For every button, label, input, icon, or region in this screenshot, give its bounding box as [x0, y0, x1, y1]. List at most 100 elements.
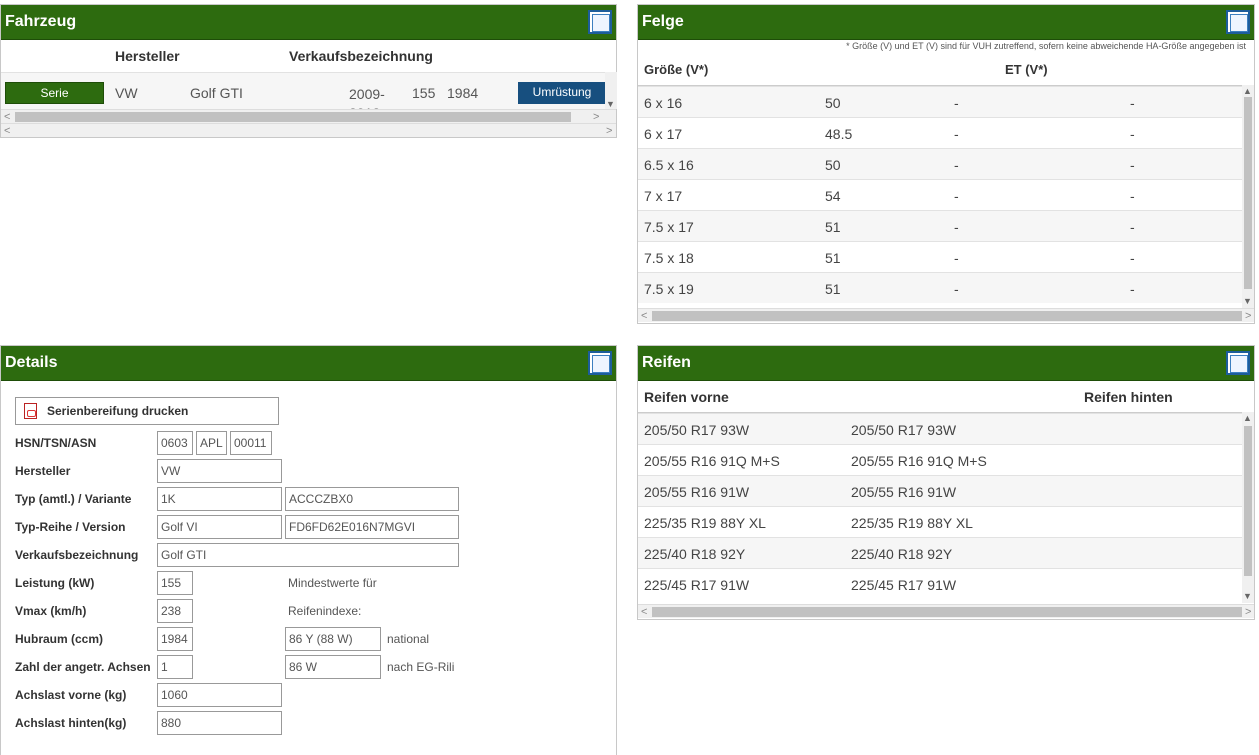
cell-modell: Golf GTI — [190, 85, 243, 101]
felge-cell-et: 54 — [825, 188, 841, 204]
hscroll-thumb[interactable] — [15, 112, 571, 122]
reifen-cell-vorne: 225/40 R18 92Y — [644, 546, 746, 562]
felge-cell-c4: - — [1130, 126, 1135, 142]
scroll-left-icon[interactable]: < — [641, 605, 647, 619]
felge-title: Felge — [642, 13, 684, 30]
felge-cell-c4: - — [1130, 250, 1135, 266]
felge-cell-size: 6 x 16 — [644, 95, 683, 111]
col-verkaufsbezeichnung: Verkaufsbezeichnung — [289, 48, 433, 64]
felge-row[interactable]: 7 x 17 54 - - — [638, 179, 1242, 210]
reifen-row[interactable]: 225/35 R19 88Y XL 225/35 R19 88Y XL — [638, 506, 1242, 537]
felge-row[interactable]: 7.5 x 19 51 - - — [638, 272, 1242, 303]
fahrzeug-header: Fahrzeug — [1, 5, 616, 40]
col-reifen-vorne: Reifen vorne — [644, 389, 729, 405]
scroll-right-icon[interactable]: > — [1245, 605, 1251, 619]
scroll-right-icon[interactable]: > — [593, 110, 599, 124]
scroll-up-icon[interactable]: ▲ — [1243, 86, 1252, 96]
cell-hersteller: VW — [115, 85, 138, 101]
felge-cell-size: 7 x 17 — [644, 188, 683, 204]
felge-cell-size: 7.5 x 19 — [644, 281, 694, 297]
fahrzeug-hscroll[interactable]: < > — [1, 109, 616, 123]
scroll-right-icon[interactable]: > — [606, 124, 612, 138]
reifen-row[interactable]: 205/50 R17 93W 205/50 R17 93W — [638, 413, 1242, 444]
felge-row[interactable]: 6 x 16 50 - - — [638, 86, 1242, 117]
vscroll-thumb[interactable] — [1244, 426, 1252, 576]
reifen-title: Reifen — [642, 354, 691, 371]
maximize-icon[interactable] — [588, 351, 612, 375]
maximize-icon[interactable] — [588, 10, 612, 34]
felge-row[interactable]: 6.5 x 16 50 - - — [638, 148, 1242, 179]
felge-cell-c3: - — [954, 188, 959, 204]
scroll-left-icon[interactable]: < — [641, 309, 647, 323]
cell-kw: 155 — [412, 85, 436, 101]
felge-cell-et: 51 — [825, 250, 841, 266]
hscroll-thumb[interactable] — [652, 311, 1242, 321]
felge-hscroll[interactable]: < > — [638, 308, 1254, 322]
felge-cell-et: 51 — [825, 219, 841, 235]
serie-button[interactable]: Serie — [5, 82, 104, 104]
maximize-icon[interactable] — [1226, 10, 1250, 34]
felge-row[interactable]: 7.5 x 17 51 - - — [638, 210, 1242, 241]
felge-cell-c4: - — [1130, 95, 1135, 111]
felge-cell-et: 50 — [825, 157, 841, 173]
felge-cell-c4: - — [1130, 281, 1135, 297]
felge-note: * Größe (V) und ET (V) sind für VUH zutr… — [846, 41, 1246, 51]
scroll-right-icon[interactable]: > — [1245, 309, 1251, 323]
reifen-cell-vorne: 205/55 R16 91Q M+S — [644, 453, 780, 469]
maximize-icon[interactable] — [1226, 351, 1250, 375]
reifen-panel: Reifen Reifen vorne Reifen hinten 205/50… — [637, 345, 1255, 620]
details-title: Details — [5, 354, 58, 371]
scroll-left-icon[interactable]: < — [4, 110, 10, 124]
scroll-up-icon[interactable]: ▲ — [1243, 413, 1252, 423]
reifen-hscroll[interactable]: < > — [638, 604, 1254, 618]
felge-cell-c3: - — [954, 250, 959, 266]
reifen-cell-hinten: 205/55 R16 91Q M+S — [851, 453, 987, 469]
reifen-cell-vorne: 225/45 R17 91W — [644, 577, 750, 593]
reifen-cell-hinten: 205/50 R17 93W — [851, 422, 957, 438]
reifen-cell-hinten: 205/55 R16 91W — [851, 484, 957, 500]
reifen-cell-hinten: 225/40 R18 92Y — [851, 546, 953, 562]
fahrzeug-row: Serie VW Golf GTI 2009-2012 155 1984 Umr… — [1, 72, 605, 109]
felge-cell-c4: - — [1130, 219, 1135, 235]
felge-cell-size: 6.5 x 16 — [644, 157, 694, 173]
vscroll-thumb[interactable] — [1244, 97, 1252, 289]
reifen-row[interactable]: 205/55 R16 91W 205/55 R16 91W — [638, 475, 1242, 506]
reifen-row[interactable]: 205/55 R16 91Q M+S 205/55 R16 91Q M+S — [638, 444, 1242, 475]
cell-baujahr: 2009-2012 — [349, 86, 385, 109]
reifen-cell-vorne: 205/55 R16 91W — [644, 484, 750, 500]
fahrzeug-title: Fahrzeug — [5, 13, 77, 30]
fahrzeug-hscroll-outer[interactable]: < > — [1, 123, 616, 137]
reifen-row[interactable]: 225/45 R17 91W 225/45 R17 91W — [638, 568, 1242, 599]
col-hersteller: Hersteller — [115, 48, 180, 64]
reifen-table-body: 205/50 R17 93W 205/50 R17 93W 205/55 R16 9… — [638, 412, 1242, 603]
reifen-vscroll[interactable]: ▲ ▼ — [1242, 412, 1254, 603]
felge-header: Felge — [638, 5, 1254, 40]
felge-cell-c3: - — [954, 281, 959, 297]
scroll-left-icon[interactable]: < — [4, 124, 10, 138]
felge-row[interactable]: 7.5 x 18 51 - - — [638, 241, 1242, 272]
felge-cell-c4: - — [1130, 157, 1135, 173]
print-label: Serienbereifung drucken — [47, 404, 189, 418]
reifen-cell-vorne: 205/50 R17 93W — [644, 422, 750, 438]
umruestung-button[interactable]: Umrüstung — [518, 82, 605, 104]
felge-cell-size: 6 x 17 — [644, 126, 683, 142]
details-header: Details — [1, 346, 616, 381]
hscroll-thumb[interactable] — [652, 607, 1242, 617]
scroll-down-icon[interactable]: ▼ — [606, 99, 615, 109]
felge-panel: Felge * Größe (V) und ET (V) sind für VU… — [637, 4, 1255, 324]
felge-cell-et: 50 — [825, 95, 841, 111]
col-reifen-hinten: Reifen hinten — [1084, 389, 1173, 405]
reifen-row[interactable]: 225/40 R18 92Y 225/40 R18 92Y — [638, 537, 1242, 568]
reifen-cell-vorne: 225/35 R19 88Y XL — [644, 515, 766, 531]
fahrzeug-vscroll[interactable]: ▼ — [605, 72, 617, 109]
print-serienbereifung-button[interactable]: Serienbereifung drucken — [15, 397, 279, 425]
felge-vscroll[interactable]: ▲ ▼ — [1242, 85, 1254, 308]
felge-cell-size: 7.5 x 18 — [644, 250, 694, 266]
col-et: ET (V*) — [1005, 62, 1048, 77]
scroll-down-icon[interactable]: ▼ — [1243, 296, 1252, 306]
cell-ccm: 1984 — [447, 85, 479, 101]
reifen-cell-hinten: 225/35 R19 88Y XL — [851, 515, 973, 531]
scroll-down-icon[interactable]: ▼ — [1243, 591, 1252, 601]
felge-cell-size: 7.5 x 17 — [644, 219, 694, 235]
felge-row[interactable]: 6 x 17 48.5 - - — [638, 117, 1242, 148]
